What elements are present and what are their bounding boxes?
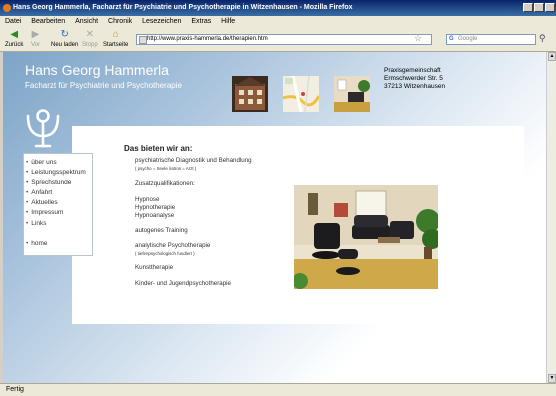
sidebar-nav: über uns Leistungsspektrum Sprechstunde … xyxy=(23,153,93,256)
back-label: Zurück xyxy=(5,42,24,48)
google-icon: G xyxy=(449,36,454,42)
reload-label: Neu laden xyxy=(51,42,79,48)
vertical-scrollbar[interactable]: ▲ ▼ xyxy=(546,52,556,383)
service-line: Zusatzqualifikationen: xyxy=(135,180,195,187)
service-line: psychiatrische Diagnostik und Behandlung xyxy=(135,157,252,164)
status-text: Fertig xyxy=(6,386,24,393)
window-title-bar: Hans Georg Hammerla, Facharzt für Psychi… xyxy=(0,0,556,16)
service-line: Hypnotherapie xyxy=(135,204,176,211)
page-icon xyxy=(139,36,147,44)
maximize-button[interactable] xyxy=(534,3,544,12)
service-line: analytische Psychotherapie xyxy=(135,242,211,249)
map-thumbnail xyxy=(283,76,319,112)
room-thumbnail xyxy=(334,76,370,112)
service-line: Kinder- und Jugendpsychotherapie xyxy=(135,280,231,287)
menu-datei[interactable]: Datei xyxy=(5,16,21,27)
menu-extras[interactable]: Extras xyxy=(191,16,211,27)
url-text: http://www.praxis-hammerla.de/therapien.… xyxy=(147,36,268,42)
forward-label: Vor xyxy=(31,42,41,48)
forward-arrow-icon: ▶ xyxy=(31,29,40,40)
menu-bar: Datei Bearbeiten Ansicht Chronik Lesezei… xyxy=(0,16,556,27)
nav-item-links[interactable]: Links xyxy=(26,220,46,227)
site-title: Hans Georg Hammerla xyxy=(25,62,169,78)
forward-button[interactable]: ▶ Vor xyxy=(31,29,40,48)
menu-ansicht[interactable]: Ansicht xyxy=(75,16,98,27)
menu-lesezeichen[interactable]: Lesezeichen xyxy=(142,16,181,27)
page-viewport: Hans Georg Hammerla Facharzt für Psychia… xyxy=(3,52,546,383)
home-button[interactable]: ⌂ Startseite xyxy=(103,29,128,48)
search-placeholder: Google xyxy=(458,36,478,42)
address-line: 37213 Witzenhausen xyxy=(384,83,446,90)
back-arrow-icon: ◀ xyxy=(10,29,19,40)
nav-item-ueber-uns[interactable]: über uns xyxy=(26,159,56,166)
practice-address: Praxisgemeinschaft Ermschwerder Str. 5 3… xyxy=(384,67,445,91)
search-box[interactable]: G Google xyxy=(446,34,536,45)
search-go-icon[interactable]: ⚲ xyxy=(539,33,546,44)
nav-item-leistungsspektrum[interactable]: Leistungsspektrum xyxy=(26,169,86,176)
back-button[interactable]: ◀ Zurück xyxy=(5,29,23,48)
service-line: Hypnose xyxy=(135,196,160,203)
service-line: Hypnoanalyse xyxy=(135,212,175,219)
site-subtitle: Facharzt für Psychiatrie und Psychothera… xyxy=(25,81,182,90)
scroll-down-arrow-icon[interactable]: ▼ xyxy=(548,374,556,383)
bookmark-star-icon[interactable]: ☆ xyxy=(414,33,422,44)
window-title: Hans Georg Hammerla, Facharzt für Psychi… xyxy=(13,4,353,11)
address-line: Praxisgemeinschaft xyxy=(384,67,441,74)
service-note: ( tiefenpsychologisch fundiert ) xyxy=(135,251,195,256)
scroll-up-arrow-icon[interactable]: ▲ xyxy=(548,52,556,61)
address-line: Ermschwerder Str. 5 xyxy=(384,75,443,82)
menu-hilfe[interactable]: Hilfe xyxy=(221,16,235,27)
nav-item-anfahrt[interactable]: Anfahrt xyxy=(26,189,52,196)
content-heading: Das bieten wir an: xyxy=(124,144,193,153)
service-line: autogenes Training xyxy=(135,227,188,234)
stop-icon: ✕ xyxy=(85,29,95,40)
nav-item-impressum[interactable]: Impressum xyxy=(26,209,63,216)
service-note: ( psycho = Seele /iatros = Arzt ) xyxy=(135,166,197,171)
menu-bearbeiten[interactable]: Bearbeiten xyxy=(31,16,65,27)
home-icon: ⌂ xyxy=(112,29,119,40)
nav-item-sprechstunde[interactable]: Sprechstunde xyxy=(26,179,71,186)
service-line: Kunsttherapie xyxy=(135,264,174,271)
status-bar: Fertig xyxy=(0,383,556,396)
close-button[interactable] xyxy=(545,3,555,12)
url-bar[interactable]: http://www.praxis-hammerla.de/therapien.… xyxy=(136,34,432,45)
home-label: Startseite xyxy=(103,42,129,48)
minimize-button[interactable] xyxy=(523,3,533,12)
psi-logo-icon xyxy=(26,109,60,148)
nav-item-aktuelles[interactable]: Aktuelles xyxy=(26,199,57,206)
firefox-icon xyxy=(3,4,11,12)
nav-item-home[interactable]: home xyxy=(26,240,47,247)
reload-icon: ↻ xyxy=(60,29,69,40)
house-photo-thumbnail xyxy=(232,76,268,112)
stop-label: Stopp xyxy=(82,42,98,48)
stop-button[interactable]: ✕ Stopp xyxy=(82,29,98,48)
menu-chronik[interactable]: Chronik xyxy=(108,16,132,27)
reload-button[interactable]: ↻ Neu laden xyxy=(51,29,78,48)
therapy-room-photo xyxy=(294,185,438,289)
